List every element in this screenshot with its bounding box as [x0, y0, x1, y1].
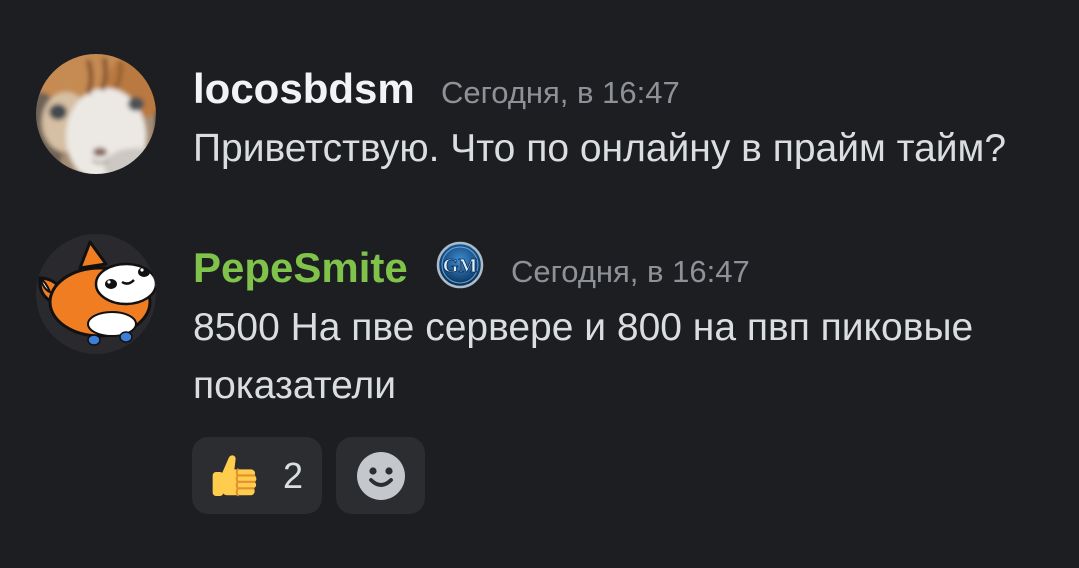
cat-photo-avatar[interactable] [36, 54, 156, 174]
message-text: 8500 На пве сервере и 800 на пвп пиковые [193, 306, 974, 349]
cat-avatar-image [36, 54, 156, 174]
thumbs-up-icon [212, 454, 257, 496]
add-reaction-button[interactable] [336, 437, 425, 514]
fox-avatar-image [36, 234, 156, 354]
chat-view: { "colors": { "background": "#1d1e22", "… [0, 0, 1079, 568]
message-timestamp: Сегодня, в 16:47 [511, 254, 750, 289]
orange-fox-avatar[interactable] [36, 234, 156, 354]
gm-badge-text: GM [443, 255, 478, 277]
gm-badge-image: GM [436, 241, 484, 289]
gm-badge-icon: GM [435, 240, 485, 290]
add-reaction-icon [356, 451, 405, 500]
reaction-count: 2 [283, 454, 304, 496]
message-timestamp: Сегодня, в 16:47 [441, 75, 680, 110]
author-username[interactable]: PepeSmite [193, 243, 408, 293]
message-text: Приветствую. Что по онлайну в прайм тайм… [193, 127, 1007, 170]
reaction-thumbs-up-button[interactable]: 2 [192, 437, 322, 514]
message-text: показатели [193, 364, 397, 407]
author-username[interactable]: locosbdsm [193, 64, 415, 114]
